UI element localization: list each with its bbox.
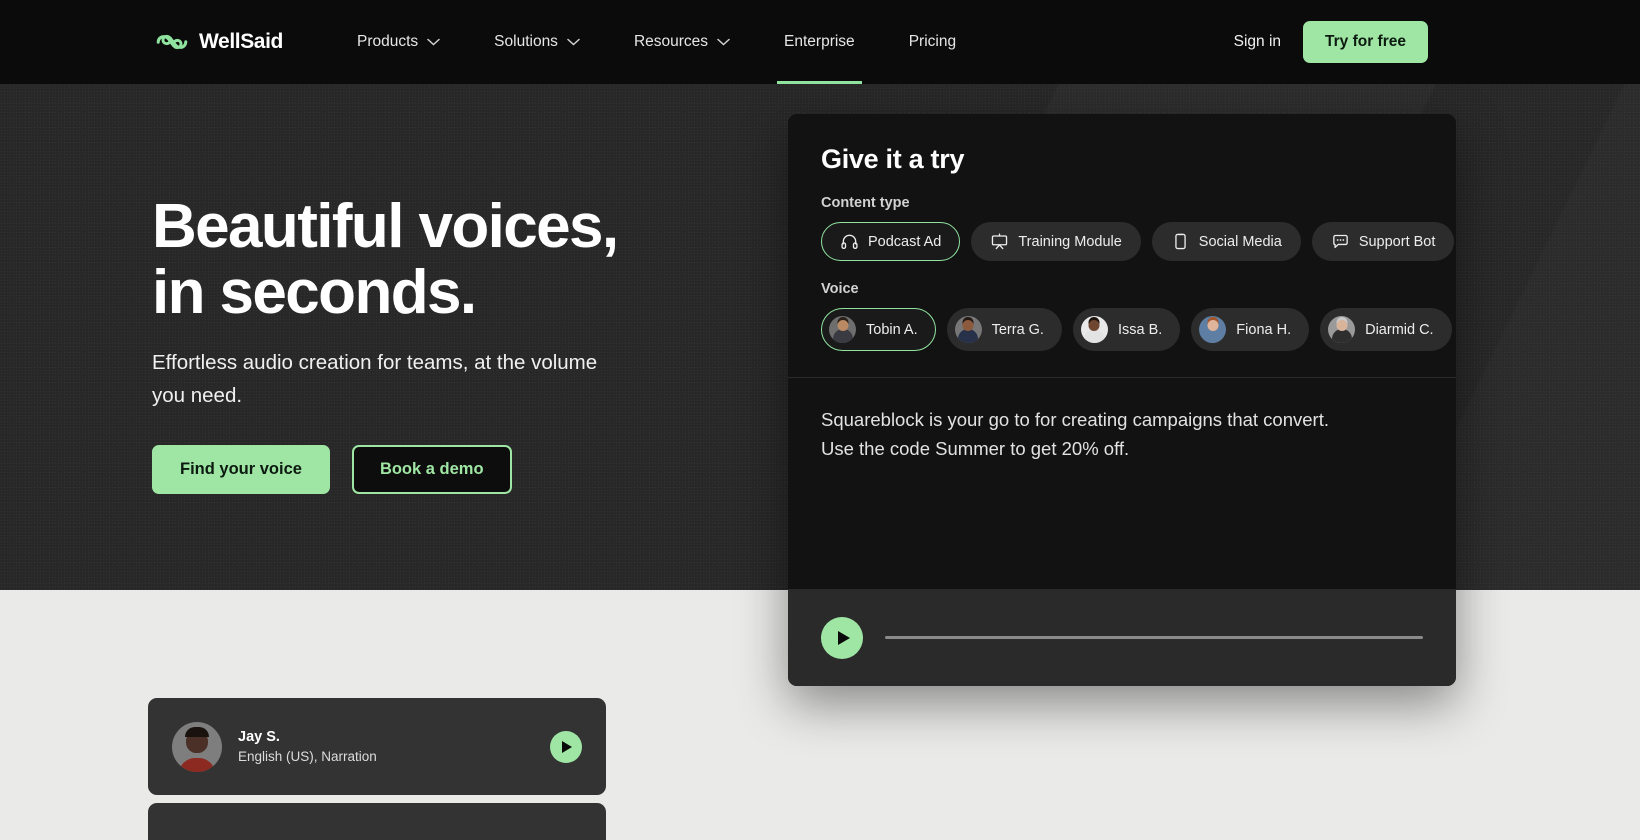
panel-body: Give it a try Content type Podcast Ad Tr… [788,114,1456,378]
nav-item-label: Enterprise [784,33,855,50]
top-navigation-bar: WellSaid Products Solutions Resources En… [0,0,1640,84]
voice-chip-label: Terra G. [991,321,1044,338]
panel-title: Give it a try [821,144,965,174]
brand-logo[interactable]: WellSaid [155,30,283,54]
content-type-podcast-ad[interactable]: Podcast Ad [821,222,961,261]
avatar [1328,316,1356,343]
hero-cta-group: Find your voice Book a demo [152,444,792,494]
try-for-free-button[interactable]: Try for free [1303,21,1428,63]
nav-item-products[interactable]: Products [330,0,467,84]
nav-item-label: Pricing [908,33,957,50]
voice-chip-row: Tobin A. Terra G. Issa B. Fiona H. Diarm… [821,308,1452,351]
play-button[interactable] [821,616,863,659]
nav-links: Products Solutions Resources Enterprise [330,0,983,84]
hero-title: Beautiful voices, in seconds. [152,192,619,327]
page-root: WellSaid Products Solutions Resources En… [0,0,1640,840]
book-a-demo-button[interactable]: Book a demo [351,444,512,494]
play-icon [837,630,850,645]
chip-label: Podcast Ad [868,233,942,250]
progress-bar[interactable] [885,636,1423,639]
mobile-phone-icon [1175,233,1186,250]
nav-item-label: Solutions [494,33,558,50]
chip-label: Support Bot [1358,233,1436,250]
brand-name: WellSaid [199,30,283,53]
hero-copy: Beautiful voices, in seconds. Effortless… [152,194,792,494]
nav-item-label: Products [357,33,419,50]
content-type-training-module[interactable]: Training Module [971,222,1141,261]
nav-item-pricing[interactable]: Pricing [882,0,983,84]
headphones-icon [841,234,858,250]
voice-chip-label: Fiona H. [1236,321,1292,338]
content-type-social-media[interactable]: Social Media [1151,222,1301,261]
nav-item-label: Resources [633,33,709,50]
chip-label: Social Media [1198,233,1282,250]
avatar [172,721,222,772]
hero-subtitle: Effortless audio creation for teams, at … [152,351,598,407]
voice-chip-tobin-a[interactable]: Tobin A. [821,308,936,351]
script-text[interactable]: Squareblock is your go to for creating c… [788,378,1456,463]
chevron-down-icon [567,38,580,46]
voice-chip-label: Diarmid C. [1365,321,1434,338]
nav-item-enterprise[interactable]: Enterprise [757,0,882,84]
chevron-down-icon [427,38,440,46]
content-type-label: Content type [821,195,910,211]
sign-in-link[interactable]: Sign in [1212,33,1303,51]
voice-card-description: English (US), Narration [238,749,377,764]
content-type-chip-row: Podcast Ad Training Module Social Media [821,222,1455,261]
chat-bubble-icon [1332,234,1348,249]
play-icon [562,740,573,753]
voice-chip-terra-g[interactable]: Terra G. [946,308,1062,351]
avatar [1199,316,1227,343]
voice-card-meta: Jay S. English (US), Narration [238,729,534,764]
infinity-loops-icon [156,34,188,50]
voice-card-name: Jay S. [238,729,280,745]
voice-chip-diarmid-c[interactable]: Diarmid C. [1320,308,1452,351]
voice-chip-label: Issa B. [1117,321,1163,338]
voice-card-play-button[interactable] [550,730,582,763]
nav-actions: Sign in Try for free [1212,0,1640,84]
avatar [829,316,856,343]
chevron-down-icon [717,38,730,46]
nav-item-solutions[interactable]: Solutions [467,0,607,84]
nav-item-resources[interactable]: Resources [607,0,757,84]
audio-player [788,589,1456,686]
avatar [954,316,982,343]
avatar [1080,316,1108,343]
voice-card-partial[interactable] [148,803,606,840]
voice-chip-fiona-h[interactable]: Fiona H. [1191,308,1310,351]
presentation-board-icon [992,233,1008,250]
chip-label: Training Module [1018,233,1122,250]
content-type-support-bot[interactable]: Support Bot [1311,222,1455,261]
give-it-a-try-panel: Give it a try Content type Podcast Ad Tr… [788,114,1456,686]
voice-label: Voice [821,281,859,297]
voice-card-jay-s[interactable]: Jay S. English (US), Narration [148,698,606,795]
find-your-voice-button[interactable]: Find your voice [152,444,330,494]
voice-chip-label: Tobin A. [866,321,918,338]
voice-chip-issa-b[interactable]: Issa B. [1072,308,1181,351]
